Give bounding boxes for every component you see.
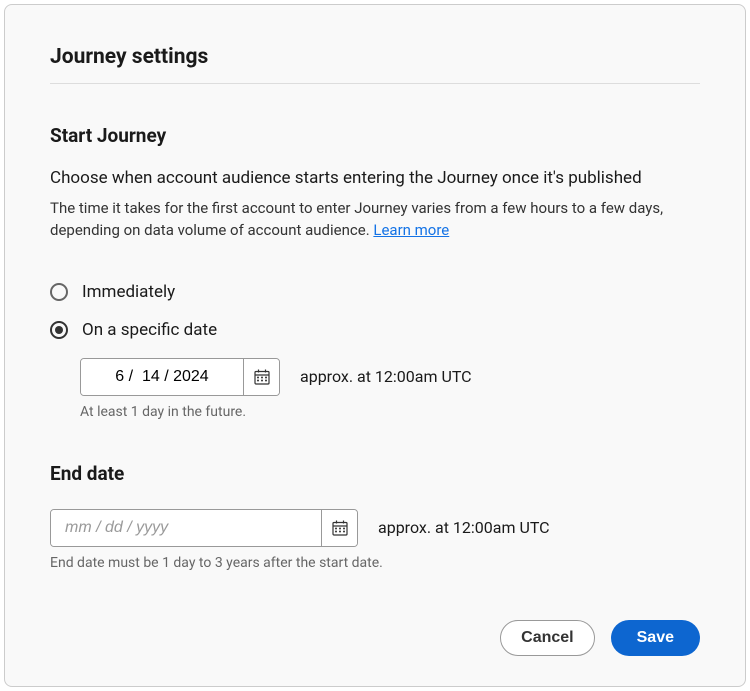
end-date-section: End date — [50, 462, 700, 571]
radio-icon — [50, 283, 68, 301]
start-date-row: approx. at 12:00am UTC — [80, 358, 700, 396]
start-hint: The time it takes for the first account … — [50, 197, 700, 242]
start-date-input[interactable] — [81, 359, 243, 395]
end-range-hint: End date must be 1 day to 3 years after … — [50, 555, 700, 571]
divider — [50, 83, 700, 84]
radio-label-immediately: Immediately — [82, 282, 175, 302]
start-radio-group: Immediately On a specific date — [50, 282, 700, 420]
start-date-field — [80, 358, 280, 396]
radio-icon — [50, 321, 68, 339]
dialog-title: Journey settings — [50, 45, 700, 69]
end-date-row: approx. at 12:00am UTC — [50, 509, 700, 547]
end-date-heading: End date — [50, 462, 700, 485]
dialog-footer: Cancel Save — [50, 580, 700, 656]
start-date-calendar-button[interactable] — [243, 359, 279, 395]
cancel-button[interactable]: Cancel — [500, 620, 594, 656]
end-date-input[interactable] — [51, 510, 321, 546]
save-button[interactable]: Save — [611, 620, 700, 656]
start-subtitle: Choose when account audience starts ente… — [50, 167, 700, 191]
start-journey-heading: Start Journey — [50, 124, 700, 147]
radio-specific-date[interactable]: On a specific date — [50, 320, 700, 340]
calendar-icon — [253, 368, 271, 386]
learn-more-link[interactable]: Learn more — [373, 221, 449, 239]
calendar-icon — [331, 519, 349, 537]
end-approx-text: approx. at 12:00am UTC — [378, 518, 550, 537]
journey-settings-dialog: Journey settings Start Journey Choose wh… — [4, 4, 746, 687]
radio-label-specific-date: On a specific date — [82, 320, 217, 340]
start-approx-text: approx. at 12:00am UTC — [300, 367, 472, 386]
end-date-field — [50, 509, 358, 547]
radio-immediately[interactable]: Immediately — [50, 282, 700, 302]
start-future-hint: At least 1 day in the future. — [80, 404, 700, 420]
start-hint-text: The time it takes for the first account … — [50, 199, 663, 240]
end-date-calendar-button[interactable] — [321, 510, 357, 546]
